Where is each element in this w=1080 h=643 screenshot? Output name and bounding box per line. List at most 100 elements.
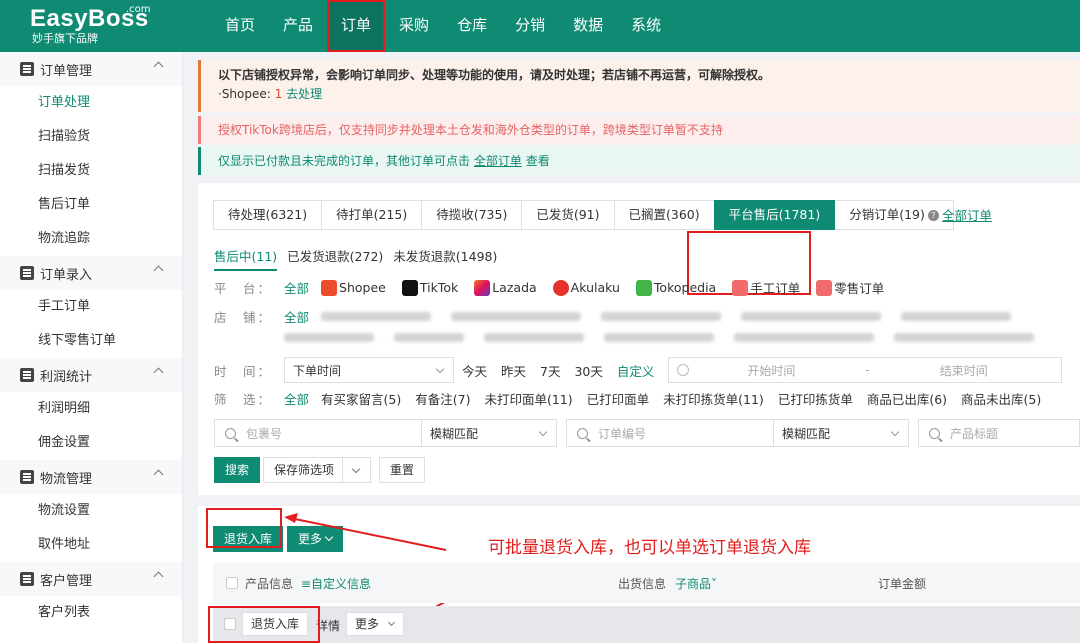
filter-all[interactable]: 全部 bbox=[284, 389, 309, 408]
filter-has-note[interactable]: 有备注(7) bbox=[415, 389, 470, 408]
product-title-input[interactable]: 产品标题 bbox=[918, 419, 1080, 447]
logo[interactable]: EasyBoss .com 妙手旗下品牌 bbox=[0, 0, 183, 52]
subtab-unshipped-refund[interactable]: 未发货退款(1498) bbox=[393, 246, 497, 271]
sidebar-group-logistics[interactable]: 物流管理 bbox=[0, 460, 182, 494]
chevron-up-icon bbox=[153, 265, 164, 276]
shop-name-redacted[interactable] bbox=[321, 312, 432, 321]
help-icon[interactable]: ? bbox=[927, 210, 939, 221]
sidebar-item-manual-order[interactable]: 手工订单 bbox=[0, 290, 182, 324]
filter-label-printed[interactable]: 已打印面单 bbox=[587, 389, 650, 408]
order-status-tabs: 待处理(6321) 待打单(215) 待揽收(735) 已发货(91) 已搁置(… bbox=[213, 200, 954, 230]
filter-picklist-printed[interactable]: 已打印拣货单 bbox=[778, 389, 853, 408]
paid-orders-banner: 仅显示已付款且未完成的订单，其他订单可点击 全部订单 查看 bbox=[198, 147, 1080, 175]
shop-name-redacted[interactable] bbox=[901, 312, 1012, 321]
platform-retail[interactable]: 零售订单 bbox=[816, 278, 884, 297]
platform-tiktok[interactable]: TikTok bbox=[401, 279, 458, 296]
start-time-placeholder[interactable]: 开始时间 bbox=[747, 362, 795, 379]
auth-fix-link[interactable]: 去处理 bbox=[286, 87, 322, 101]
tab-pending[interactable]: 待处理(6321) bbox=[213, 200, 323, 230]
sidebar-item-scan-ship[interactable]: 扫描发货 bbox=[0, 154, 182, 188]
tab-to-collect[interactable]: 待揽收(735) bbox=[421, 200, 523, 230]
time-type-select[interactable]: 下单时间 bbox=[284, 357, 454, 383]
sidebar-item-scan-inspect[interactable]: 扫描验货 bbox=[0, 120, 182, 154]
package-match-select[interactable]: 模糊匹配 bbox=[421, 419, 557, 447]
platform-all[interactable]: 全部 bbox=[284, 278, 309, 297]
filter-picklist-unprinted[interactable]: 未打印拣货单(11) bbox=[663, 389, 764, 408]
tab-on-hold[interactable]: 已搁置(360) bbox=[613, 200, 715, 230]
platform-shopee[interactable]: Shopee bbox=[321, 279, 386, 296]
platform-lazada[interactable]: Lazada bbox=[474, 279, 537, 296]
chevron-down-icon bbox=[435, 364, 445, 374]
reset-button[interactable]: 重置 bbox=[379, 457, 426, 483]
time-30days[interactable]: 30天 bbox=[574, 361, 602, 380]
filter-not-stock-out[interactable]: 商品未出库(5) bbox=[961, 389, 1041, 408]
nav-data[interactable]: 数据 bbox=[559, 0, 617, 52]
order-icon bbox=[20, 62, 34, 76]
time-today[interactable]: 今天 bbox=[462, 361, 487, 380]
sidebar-item-customer-list[interactable]: 客户列表 bbox=[0, 596, 182, 630]
custom-info-link[interactable]: ≡自定义信息 bbox=[301, 575, 371, 592]
tab-to-print[interactable]: 待打单(215) bbox=[321, 200, 423, 230]
search-button[interactable]: 搜索 bbox=[214, 457, 261, 483]
sidebar-item-after-sales[interactable]: 售后订单 bbox=[0, 188, 182, 222]
shop-name-redacted[interactable] bbox=[451, 312, 582, 321]
shop-name-redacted[interactable] bbox=[741, 312, 882, 321]
end-time-placeholder[interactable]: 结束时间 bbox=[940, 362, 988, 379]
shop-name-redacted[interactable] bbox=[394, 333, 464, 342]
tab-distribution[interactable]: 分销订单(19)? bbox=[834, 200, 954, 230]
save-filter-button[interactable]: 保存筛选项 bbox=[263, 457, 371, 483]
sidebar-group-profit[interactable]: 利润统计 bbox=[0, 358, 182, 392]
sidebar-item-order-processing[interactable]: 订单处理 bbox=[0, 86, 182, 120]
time-yesterday[interactable]: 昨天 bbox=[501, 361, 526, 380]
shop-name-redacted[interactable] bbox=[604, 333, 714, 342]
filter-stock-out[interactable]: 商品已出库(6) bbox=[867, 389, 947, 408]
order-number-input[interactable]: 订单编号 bbox=[566, 419, 774, 447]
order-match-select[interactable]: 模糊匹配 bbox=[773, 419, 909, 447]
nav-orders[interactable]: 订单 bbox=[327, 0, 386, 52]
sidebar-item-profit-detail[interactable]: 利润明细 bbox=[0, 392, 182, 426]
sidebar-group-order-entry[interactable]: 订单录入 bbox=[0, 256, 182, 290]
subtab-in-progress[interactable]: 售后中(11) bbox=[214, 246, 278, 271]
tab-platform-after-sales[interactable]: 平台售后(1781) bbox=[713, 200, 836, 230]
shop-name-redacted[interactable] bbox=[894, 333, 1034, 342]
subtab-shipped-refund[interactable]: 已发货退款(272) bbox=[287, 246, 383, 271]
platform-tokopedia[interactable]: Tokopedia bbox=[635, 279, 716, 296]
sidebar-item-tracking[interactable]: 物流追踪 bbox=[0, 222, 182, 256]
nav-system[interactable]: 系统 bbox=[617, 0, 675, 52]
search-icon bbox=[577, 427, 588, 439]
shop-all[interactable]: 全部 bbox=[284, 307, 309, 326]
nav-products[interactable]: 产品 bbox=[269, 0, 327, 52]
shop-name-redacted[interactable] bbox=[484, 333, 584, 342]
sidebar-item-pickup-address[interactable]: 取件地址 bbox=[0, 528, 182, 562]
nav-distribution[interactable]: 分销 bbox=[501, 0, 559, 52]
sidebar-group-customers[interactable]: 客户管理 bbox=[0, 562, 182, 596]
nav-home[interactable]: 首页 bbox=[211, 0, 269, 52]
time-custom[interactable]: 自定义 bbox=[617, 361, 655, 380]
shop-name-redacted[interactable] bbox=[284, 333, 374, 342]
filter-buyer-message[interactable]: 有买家留言(5) bbox=[321, 389, 401, 408]
platform-akulaku[interactable]: Akulaku bbox=[552, 279, 620, 296]
package-number-input[interactable]: 包裹号 bbox=[214, 419, 422, 447]
platform-manual[interactable]: 手工订单 bbox=[732, 278, 800, 297]
row-more-button[interactable]: 更多 bbox=[346, 612, 404, 636]
sidebar-item-offline-retail[interactable]: 线下零售订单 bbox=[0, 324, 182, 358]
tiktok-icon bbox=[401, 279, 418, 296]
all-orders-tab-link[interactable]: 全部订单 bbox=[942, 205, 992, 224]
filter-label-unprinted[interactable]: 未打印面单(11) bbox=[484, 389, 572, 408]
table-row: 退货入库 详情 更多 bbox=[213, 606, 1080, 643]
select-all-checkbox[interactable] bbox=[226, 577, 238, 589]
date-range-picker[interactable]: 开始时间 - 结束时间 bbox=[668, 357, 1063, 383]
shop-name-redacted[interactable] bbox=[601, 312, 722, 321]
sidebar-item-commission[interactable]: 佣金设置 bbox=[0, 426, 182, 460]
sidebar-item-logistics-settings[interactable]: 物流设置 bbox=[0, 494, 182, 528]
tab-shipped[interactable]: 已发货(91) bbox=[521, 200, 615, 230]
all-orders-link[interactable]: 全部订单 bbox=[474, 154, 522, 168]
sub-product-toggle[interactable]: 子商品˅ bbox=[675, 575, 717, 592]
time-7days[interactable]: 7天 bbox=[540, 361, 560, 380]
sidebar-group-order-management[interactable]: 订单管理 bbox=[0, 52, 182, 86]
nav-purchase[interactable]: 采购 bbox=[385, 0, 443, 52]
nav-warehouse[interactable]: 仓库 bbox=[443, 0, 501, 52]
chevron-down-icon bbox=[387, 618, 396, 627]
shop-name-redacted[interactable] bbox=[734, 333, 874, 342]
auth-shop-label: ·Shopee: bbox=[218, 87, 271, 101]
